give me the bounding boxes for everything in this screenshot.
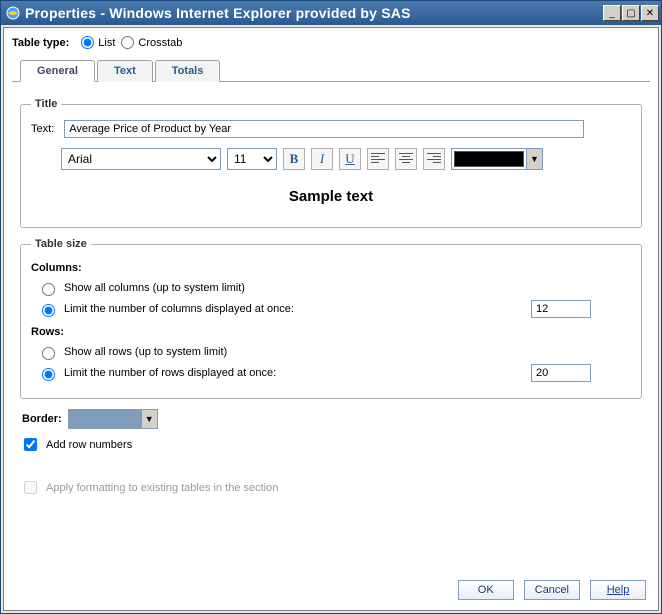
add-row-numbers-label: Add row numbers (46, 439, 132, 451)
underline-button[interactable]: U (339, 148, 361, 170)
dialog-footer: OK Cancel Help (458, 580, 646, 600)
rows-all-radio[interactable] (42, 347, 55, 360)
properties-window: Properties - Windows Internet Explorer p… (0, 0, 662, 614)
tab-general[interactable]: General (20, 60, 95, 82)
table-size-fieldset: Table size Columns: Show all columns (up… (20, 238, 642, 399)
align-center-button[interactable] (395, 148, 417, 170)
rows-label: Rows: (31, 326, 631, 338)
title-legend: Title (31, 98, 61, 110)
chevron-down-icon: ▼ (141, 410, 157, 428)
close-button[interactable]: ✕ (641, 5, 659, 21)
minimize-button[interactable]: _ (603, 5, 621, 21)
table-type-label: Table type: (12, 37, 69, 49)
ok-button[interactable]: OK (458, 580, 514, 600)
columns-limit-radio[interactable] (42, 304, 55, 317)
font-family-select[interactable]: Arial (61, 148, 221, 170)
cancel-button[interactable]: Cancel (524, 580, 580, 600)
table-type-crosstab-label: Crosstab (138, 37, 182, 49)
columns-limit-input[interactable] (531, 300, 591, 318)
maximize-button[interactable]: ▢ (622, 5, 640, 21)
font-color-picker[interactable]: ▼ (451, 148, 543, 170)
font-size-select[interactable]: 11 (227, 148, 277, 170)
rows-limit-label: Limit the number of rows displayed at on… (64, 367, 276, 379)
columns-label: Columns: (31, 262, 631, 274)
content-area: Table type: List Crosstab General Text T… (3, 27, 659, 611)
align-left-button[interactable] (367, 148, 389, 170)
window-controls: _ ▢ ✕ (602, 5, 659, 21)
align-right-button[interactable] (423, 148, 445, 170)
sample-text: Sample text (31, 188, 631, 205)
rows-limit-input[interactable] (531, 364, 591, 382)
table-size-legend: Table size (31, 238, 91, 250)
title-fieldset: Title Text: Arial 11 B I U (20, 98, 642, 228)
apply-formatting-checkbox (24, 481, 37, 494)
tab-totals[interactable]: Totals (155, 60, 221, 82)
columns-all-label: Show all columns (up to system limit) (64, 282, 245, 294)
ie-icon (5, 5, 21, 21)
font-color-swatch (454, 151, 524, 167)
table-type-row: Table type: List Crosstab (12, 36, 650, 49)
window-title: Properties - Windows Internet Explorer p… (25, 5, 602, 21)
table-type-crosstab-radio[interactable] (121, 36, 134, 49)
border-label: Border: (22, 413, 62, 425)
border-select[interactable]: ▼ (68, 409, 158, 429)
columns-all-radio[interactable] (42, 283, 55, 296)
chevron-down-icon: ▼ (526, 149, 542, 169)
italic-button[interactable]: I (311, 148, 333, 170)
columns-limit-label: Limit the number of columns displayed at… (64, 303, 294, 315)
rows-all-label: Show all rows (up to system limit) (64, 346, 227, 358)
border-swatch (69, 410, 141, 428)
apply-formatting-label: Apply formatting to existing tables in t… (46, 482, 278, 494)
add-row-numbers-checkbox[interactable] (24, 438, 37, 451)
tab-text[interactable]: Text (97, 60, 153, 82)
table-type-list-label: List (98, 37, 115, 49)
tab-strip: General Text Totals (12, 59, 650, 82)
titlebar: Properties - Windows Internet Explorer p… (1, 1, 661, 25)
bold-button[interactable]: B (283, 148, 305, 170)
title-text-label: Text: (31, 123, 54, 135)
rows-limit-radio[interactable] (42, 368, 55, 381)
tab-panel-general: Title Text: Arial 11 B I U (12, 82, 650, 507)
help-button[interactable]: Help (590, 580, 646, 600)
title-text-input[interactable] (64, 120, 584, 138)
table-type-list-radio[interactable] (81, 36, 94, 49)
